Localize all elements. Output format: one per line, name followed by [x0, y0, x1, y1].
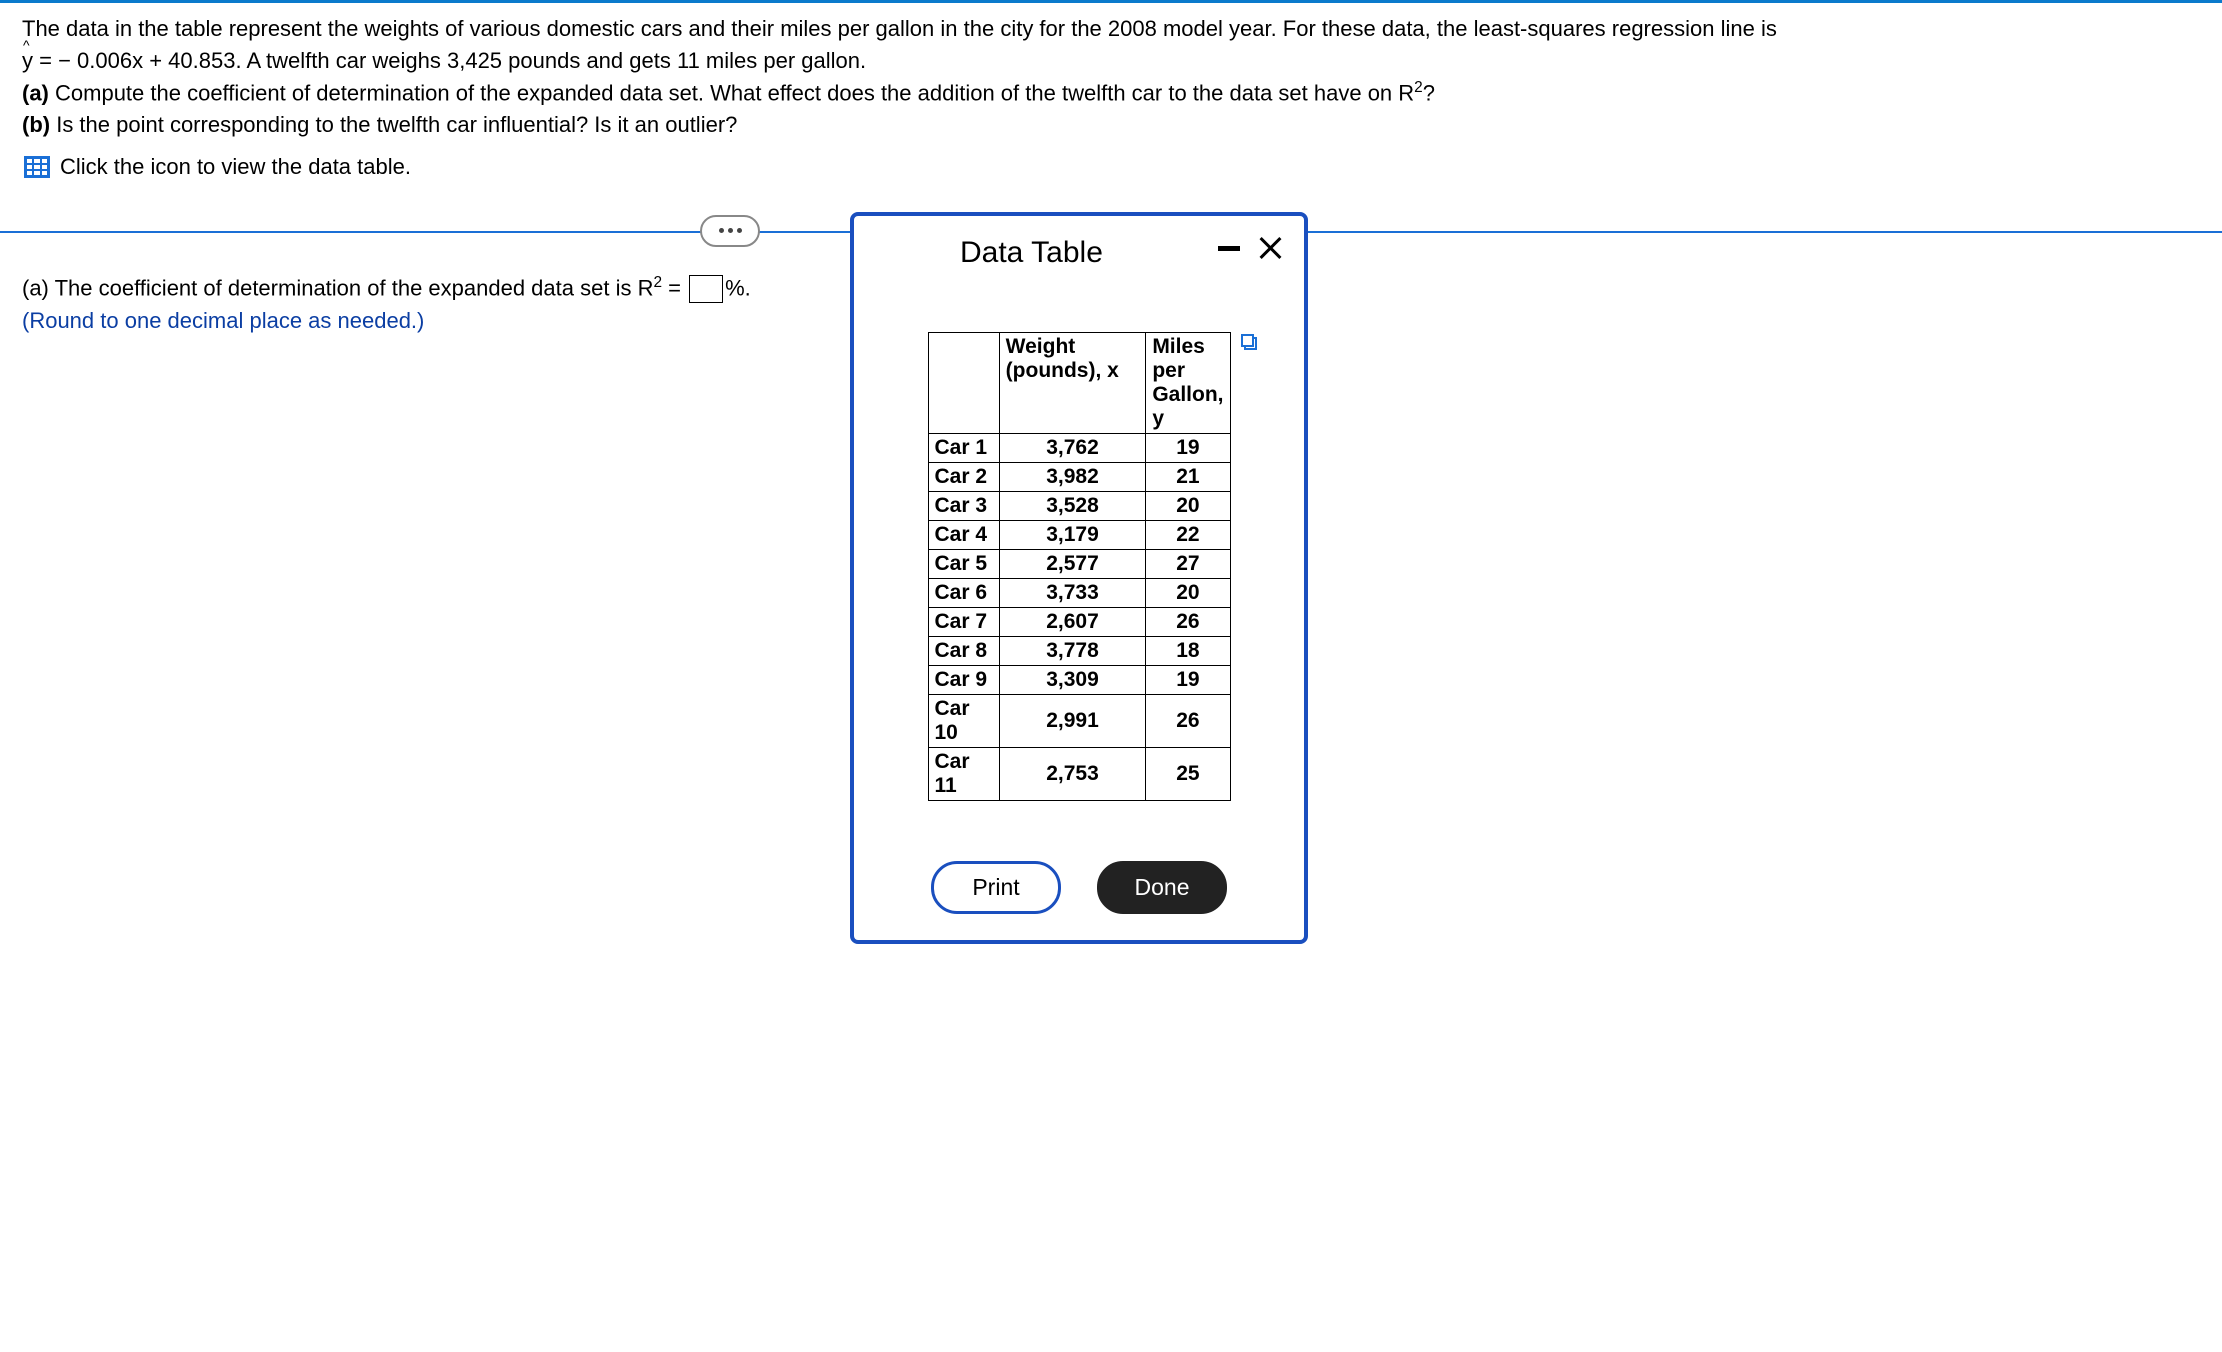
- cell-mpg: 27: [1146, 550, 1230, 579]
- table-row: Car 13,76219: [928, 434, 1230, 463]
- cell-weight: 3,179: [999, 521, 1146, 550]
- y-hat: ^ y: [22, 45, 33, 77]
- table-row: Car 23,98221: [928, 463, 1230, 492]
- table-row: Car 43,17922: [928, 521, 1230, 550]
- table-row: Car 102,99126: [928, 695, 1230, 748]
- cell-mpg: 25: [1146, 748, 1230, 801]
- cell-label: Car 11: [928, 748, 999, 801]
- answer-r-sup: 2: [653, 274, 662, 291]
- header-mpg: Miles per Gallon, y: [1146, 333, 1230, 434]
- rounding-hint: (Round to one decimal place as needed.): [22, 308, 424, 333]
- header-car: [928, 333, 999, 434]
- close-icon[interactable]: [1258, 236, 1282, 260]
- cell-weight: 3,778: [999, 637, 1146, 666]
- cell-weight: 3,309: [999, 666, 1146, 695]
- cell-label: Car 2: [928, 463, 999, 492]
- copy-icon[interactable]: [1241, 334, 1259, 352]
- minimize-icon[interactable]: [1218, 246, 1240, 251]
- cell-label: Car 5: [928, 550, 999, 579]
- table-row: Car 93,30919: [928, 666, 1230, 695]
- part-a-text: Compute the coefficient of determination…: [49, 80, 1414, 105]
- cell-mpg: 26: [1146, 608, 1230, 637]
- table-row: Car 72,60726: [928, 608, 1230, 637]
- expand-pill[interactable]: [700, 215, 760, 247]
- cell-label: Car 1: [928, 434, 999, 463]
- cell-label: Car 9: [928, 666, 999, 695]
- cell-weight: 2,753: [999, 748, 1146, 801]
- cell-mpg: 19: [1146, 666, 1230, 695]
- table-row: Car 112,75325: [928, 748, 1230, 801]
- cell-mpg: 20: [1146, 492, 1230, 521]
- hat-symbol: ^: [23, 35, 30, 55]
- cell-weight: 3,733: [999, 579, 1146, 608]
- problem-statement: The data in the table represent the weig…: [0, 3, 2222, 183]
- cell-mpg: 21: [1146, 463, 1230, 492]
- cell-mpg: 18: [1146, 637, 1230, 666]
- modal-title: Data Table: [876, 236, 1103, 270]
- print-button[interactable]: Print: [931, 861, 1061, 914]
- r-squared-sup: 2: [1414, 79, 1423, 96]
- data-table-icon[interactable]: [24, 156, 50, 178]
- answer-eq: =: [662, 275, 687, 300]
- answer-line-pre: (a) The coefficient of determination of …: [22, 275, 653, 300]
- equation-text: = − 0.006x + 40.853. A twelfth car weigh…: [33, 48, 866, 73]
- cell-mpg: 19: [1146, 434, 1230, 463]
- answer-line-post: %.: [725, 275, 751, 300]
- cell-weight: 2,991: [999, 695, 1146, 748]
- table-row: Car 33,52820: [928, 492, 1230, 521]
- table-row: Car 63,73320: [928, 579, 1230, 608]
- part-b-text: Is the point corresponding to the twelft…: [50, 112, 737, 137]
- cell-weight: 2,607: [999, 608, 1146, 637]
- done-button[interactable]: Done: [1097, 861, 1227, 914]
- cell-label: Car 3: [928, 492, 999, 521]
- data-table: Weight (pounds), x Miles per Gallon, y C…: [928, 332, 1231, 801]
- part-b-label: (b): [22, 112, 50, 137]
- part-a-suffix: ?: [1423, 80, 1435, 105]
- data-table-body: Car 13,76219 Car 23,98221 Car 33,52820 C…: [928, 434, 1230, 801]
- answer-input[interactable]: [689, 275, 723, 303]
- cell-label: Car 4: [928, 521, 999, 550]
- cell-label: Car 10: [928, 695, 999, 748]
- cell-weight: 3,528: [999, 492, 1146, 521]
- cell-weight: 3,982: [999, 463, 1146, 492]
- cell-mpg: 26: [1146, 695, 1230, 748]
- table-row: Car 52,57727: [928, 550, 1230, 579]
- cell-weight: 3,762: [999, 434, 1146, 463]
- cell-mpg: 20: [1146, 579, 1230, 608]
- icon-link-text[interactable]: Click the icon to view the data table.: [60, 151, 411, 183]
- cell-label: Car 8: [928, 637, 999, 666]
- part-a-label: (a): [22, 80, 49, 105]
- cell-label: Car 6: [928, 579, 999, 608]
- problem-intro: The data in the table represent the weig…: [22, 16, 1777, 41]
- cell-mpg: 22: [1146, 521, 1230, 550]
- cell-weight: 2,577: [999, 550, 1146, 579]
- cell-label: Car 7: [928, 608, 999, 637]
- header-weight: Weight (pounds), x: [999, 333, 1146, 434]
- data-table-modal: Data Table Weight (pounds), x Miles per …: [850, 212, 1308, 944]
- table-row: Car 83,77818: [928, 637, 1230, 666]
